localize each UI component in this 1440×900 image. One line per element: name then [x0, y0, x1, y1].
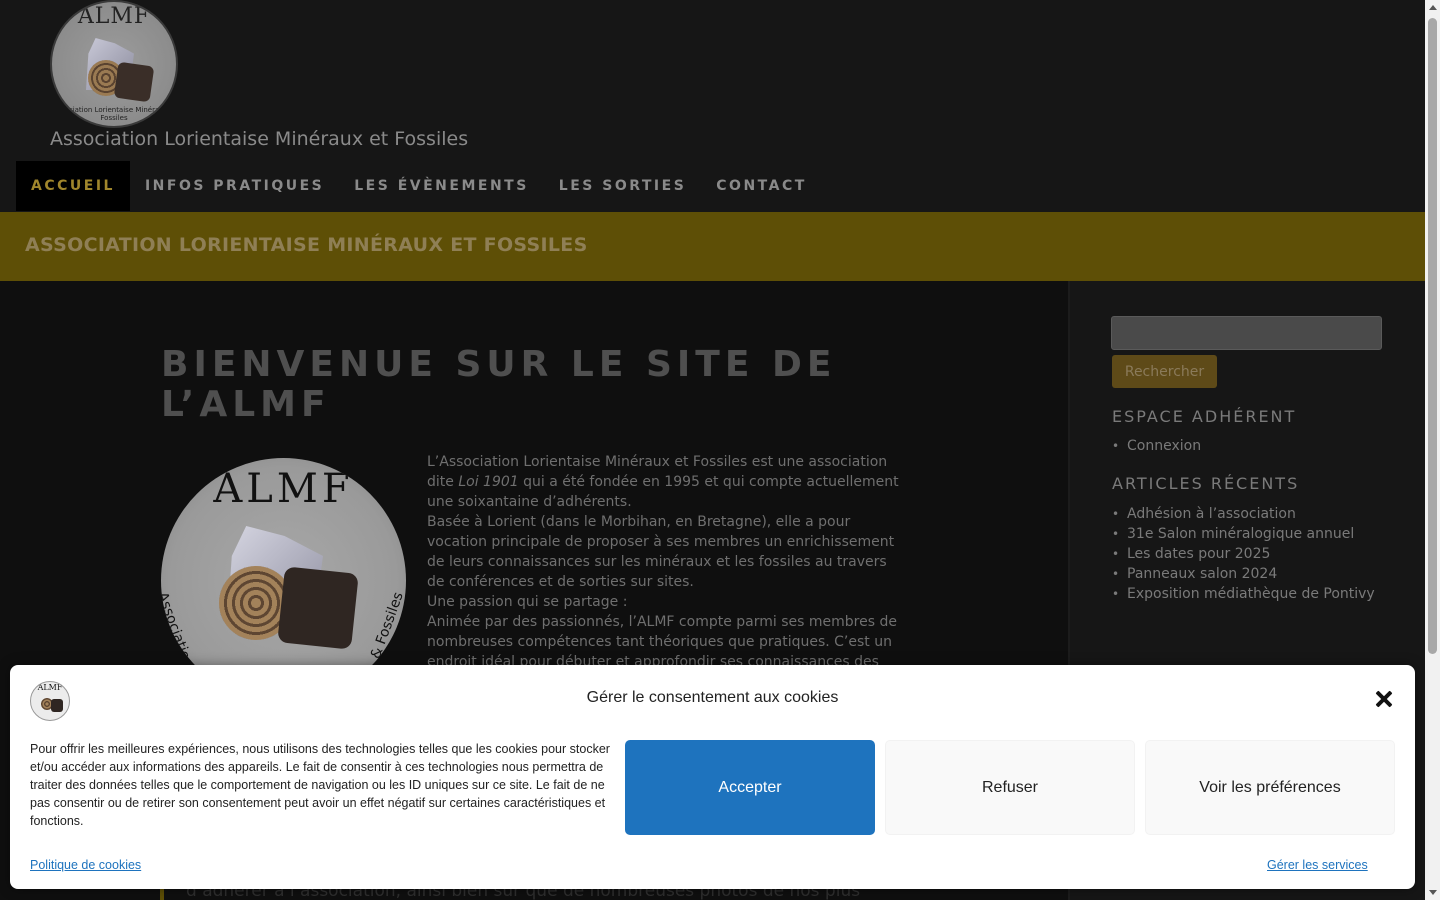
- accept-cookies-button[interactable]: Accepter: [625, 740, 875, 835]
- article-paragraph: Basée à Lorient (dans le Morbihan, en Br…: [427, 514, 895, 590]
- article-paragraph: Animée par des passionnés, l’ALMF compte…: [427, 614, 897, 670]
- site-title[interactable]: Association Lorientaise Minéraux et Foss…: [50, 128, 468, 150]
- scroll-up-arrow-icon[interactable]: [1429, 5, 1437, 10]
- article-paragraph: L’Association Lorientaise Minéraux et Fo…: [427, 452, 907, 512]
- stone-image: [277, 566, 359, 650]
- close-icon[interactable]: [1372, 687, 1396, 711]
- site-header: ALMF Association Lorientaise Minéraux & …: [0, 0, 1425, 212]
- recent-articles-list: Adhésion à l’association 31e Salon minér…: [1112, 504, 1375, 604]
- banner-title: ASSOCIATION LORIENTAISE MINÉRAUX ET FOSS…: [25, 234, 588, 256]
- main-nav: ACCUEIL INFOS PRATIQUES LES ÉVÈNEMENTS L…: [16, 161, 822, 211]
- view-preferences-button[interactable]: Voir les préférences: [1145, 740, 1395, 835]
- law-emphasis: Loi 1901: [458, 474, 519, 490]
- stone-image: [113, 61, 155, 103]
- article-paragraph: Une passion qui se partage :: [427, 594, 628, 610]
- refuse-cookies-button[interactable]: Refuser: [885, 740, 1135, 835]
- nav-item-accueil[interactable]: ACCUEIL: [16, 161, 130, 211]
- search-button[interactable]: Rechercher: [1112, 355, 1217, 388]
- logo-text: ALMF: [77, 4, 151, 29]
- page-scrollbar[interactable]: [1425, 0, 1440, 900]
- page-title: BIENVENUE SUR LE SITE DE L’ALMF: [161, 344, 837, 425]
- nav-item-les-evenements[interactable]: LES ÉVÈNEMENTS: [339, 161, 544, 211]
- widget-title-articles-recents: ARTICLES RÉCENTS: [1112, 474, 1300, 493]
- recent-article-link[interactable]: Exposition médiathèque de Pontivy: [1112, 584, 1375, 604]
- logo-ring-text: Association Lorientaise Minéraux & Fossi…: [52, 106, 176, 122]
- cookie-banner-text: Pour offrir les meilleures expériences, …: [30, 742, 610, 828]
- recent-article-link[interactable]: Adhésion à l’association: [1112, 504, 1375, 524]
- article-logo-text: ALMF: [213, 466, 354, 512]
- search-input[interactable]: [1111, 316, 1382, 350]
- scroll-down-arrow-icon[interactable]: [1429, 890, 1437, 895]
- cookie-consent-banner: ALMF Gérer le consentement aux cookies P…: [10, 665, 1415, 889]
- manage-services-link[interactable]: Gérer les services: [1267, 858, 1368, 872]
- recent-article-link[interactable]: 31e Salon minéralogique annuel: [1112, 524, 1375, 544]
- cookie-policy-link[interactable]: Politique de cookies: [30, 858, 141, 872]
- widget-title-espace-adherent: ESPACE ADHÉRENT: [1112, 407, 1297, 426]
- nav-item-infos-pratiques[interactable]: INFOS PRATIQUES: [130, 161, 339, 211]
- member-links-list: Connexion: [1112, 436, 1201, 456]
- nav-item-contact[interactable]: CONTACT: [701, 161, 822, 211]
- site-logo[interactable]: ALMF Association Lorientaise Minéraux & …: [50, 0, 178, 128]
- sidebar-link-connexion[interactable]: Connexion: [1112, 436, 1201, 456]
- scrollbar-thumb[interactable]: [1428, 18, 1437, 654]
- recent-article-link[interactable]: Les dates pour 2025: [1112, 544, 1375, 564]
- recent-article-link[interactable]: Panneaux salon 2024: [1112, 564, 1375, 584]
- cookie-banner-title: Gérer le consentement aux cookies: [586, 689, 839, 706]
- nav-item-les-sorties[interactable]: LES SORTIES: [544, 161, 701, 211]
- page-banner: ASSOCIATION LORIENTAISE MINÉRAUX ET FOSS…: [0, 212, 1425, 281]
- article-body: L’Association Lorientaise Minéraux et Fo…: [427, 452, 907, 672]
